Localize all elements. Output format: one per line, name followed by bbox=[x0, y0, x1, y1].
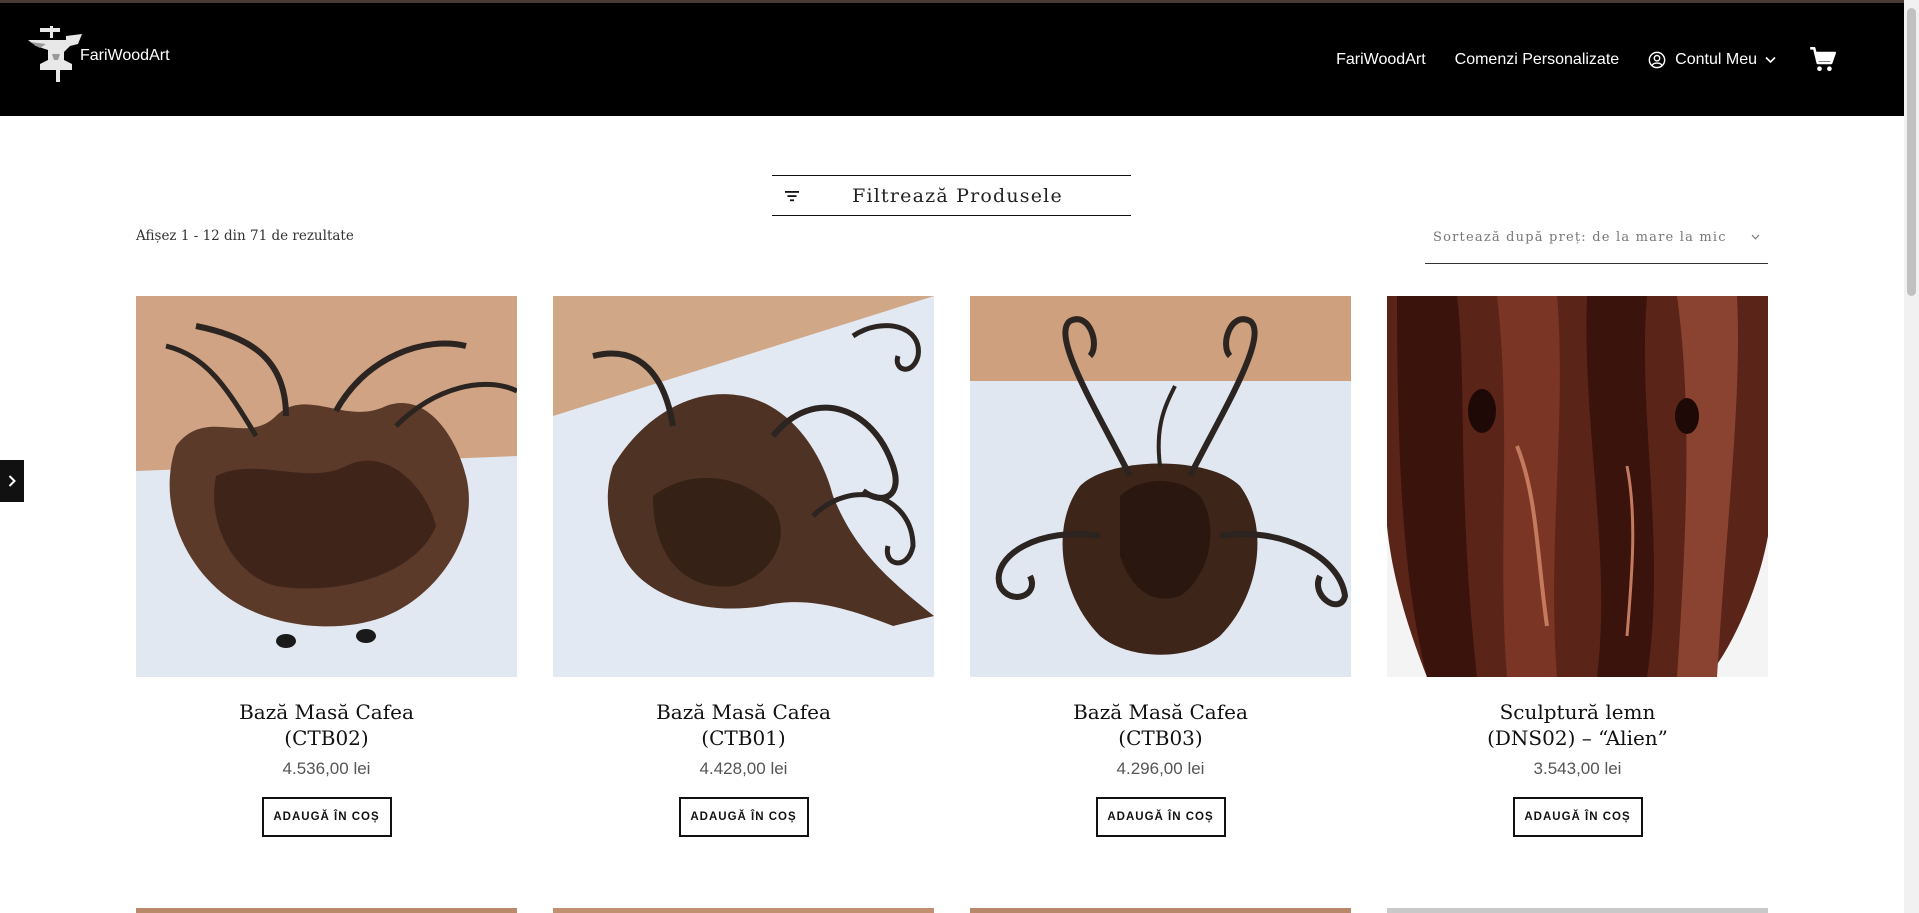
add-to-cart-button[interactable]: ADAUGĂ ÎN COȘ bbox=[1512, 797, 1643, 837]
add-to-cart-button[interactable]: ADAUGĂ ÎN COȘ bbox=[1095, 797, 1226, 837]
product-title-line: Bază Masă Cafea bbox=[239, 700, 414, 724]
brand-logo[interactable]: FariWoodArt bbox=[26, 26, 170, 84]
scrollbar-thumb[interactable] bbox=[1907, 8, 1916, 296]
result-count: Afișez 1 - 12 din 71 de rezultate bbox=[136, 228, 354, 244]
main-nav: FariWoodArt Comenzi Personalizate Contul… bbox=[1307, 3, 1837, 116]
product-image-peek[interactable] bbox=[553, 908, 934, 913]
product-price: 4.536,00 lei bbox=[282, 759, 371, 778]
product-price: 4.296,00 lei bbox=[1116, 759, 1205, 778]
chevron-right-icon bbox=[8, 475, 16, 487]
product-card: Bază Masă Cafea (CTB03) 4.296,00 lei ADA… bbox=[970, 296, 1351, 837]
sidebar-toggle[interactable] bbox=[0, 460, 24, 502]
chevron-down-icon bbox=[1765, 56, 1776, 63]
product-title-line: Bază Masă Cafea bbox=[1073, 700, 1248, 724]
product-image-peek[interactable] bbox=[1387, 908, 1768, 913]
sort-select[interactable]: Sortează după preț: de la mare la mic bbox=[1425, 220, 1768, 264]
product-title-line: Bază Masă Cafea bbox=[656, 700, 831, 724]
product-card: Bază Masă Cafea (CTB01) 4.428,00 lei ADA… bbox=[553, 296, 934, 837]
product-title-line: (CTB03) bbox=[1118, 726, 1203, 750]
filter-lines-icon bbox=[785, 191, 799, 202]
product-title[interactable]: Bază Masă Cafea (CTB02) bbox=[136, 699, 517, 751]
filter-label: Filtrează Produsele bbox=[852, 184, 1063, 207]
nav-link-custom-orders[interactable]: Comenzi Personalizate bbox=[1455, 51, 1620, 69]
page-scrollbar[interactable] bbox=[1904, 0, 1919, 913]
product-title[interactable]: Bază Masă Cafea (CTB01) bbox=[553, 699, 934, 751]
product-price: 3.543,00 lei bbox=[1533, 759, 1622, 778]
product-image[interactable] bbox=[1387, 296, 1768, 677]
product-price: 4.428,00 lei bbox=[699, 759, 788, 778]
product-title[interactable]: Sculptură lemn (DNS02) – “Alien” bbox=[1387, 699, 1768, 751]
add-to-cart-button[interactable]: ADAUGĂ ÎN COȘ bbox=[678, 797, 809, 837]
brand-name: FariWoodArt bbox=[80, 47, 170, 64]
product-image[interactable] bbox=[970, 296, 1351, 677]
product-image-peek[interactable] bbox=[970, 908, 1351, 913]
filter-products-button[interactable]: Filtrează Produsele bbox=[772, 175, 1131, 216]
add-to-cart-button[interactable]: ADAUGĂ ÎN COȘ bbox=[261, 797, 392, 837]
cart-button[interactable] bbox=[1809, 46, 1837, 74]
product-card: Sculptură lemn (DNS02) – “Alien” 3.543,0… bbox=[1387, 296, 1768, 837]
product-image[interactable] bbox=[553, 296, 934, 677]
product-image[interactable] bbox=[136, 296, 517, 677]
product-title-line: Sculptură lemn bbox=[1499, 700, 1656, 724]
nav-account-menu[interactable]: Contul Meu bbox=[1648, 51, 1785, 69]
product-title-line: (CTB01) bbox=[701, 726, 786, 750]
product-image-peek[interactable] bbox=[136, 908, 517, 913]
shopping-cart-icon bbox=[1810, 46, 1836, 71]
user-circle-icon bbox=[1648, 51, 1666, 68]
nav-account-label: Contul Meu bbox=[1675, 50, 1757, 68]
nav-link-fariwoodart[interactable]: FariWoodArt bbox=[1336, 51, 1426, 69]
site-header: FariWoodArt FariWoodArt Comenzi Personal… bbox=[0, 3, 1904, 116]
product-card: Bază Masă Cafea (CTB02) 4.536,00 lei ADA… bbox=[136, 296, 517, 837]
chevron-down-icon bbox=[1751, 234, 1760, 240]
product-title[interactable]: Bază Masă Cafea (CTB03) bbox=[970, 699, 1351, 751]
sort-label: Sortează după preț: de la mare la mic bbox=[1433, 230, 1727, 245]
product-title-line: (DNS02) – “Alien” bbox=[1487, 726, 1668, 750]
anvil-logo-icon bbox=[28, 26, 82, 82]
product-title-line: (CTB02) bbox=[284, 726, 369, 750]
